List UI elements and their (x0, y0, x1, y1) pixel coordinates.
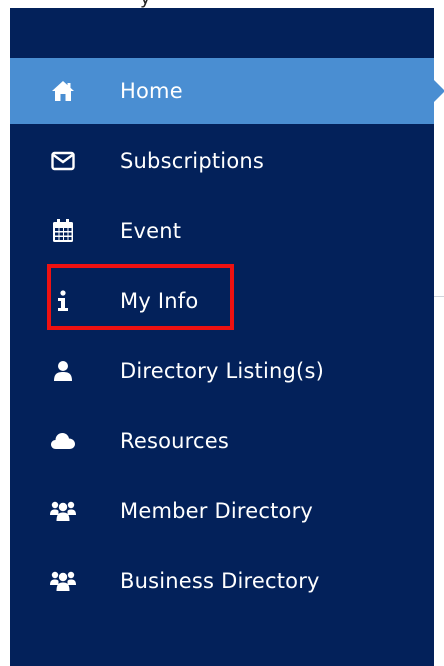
top-strip: y (0, 0, 444, 9)
sidebar-item-member-directory[interactable]: Member Directory (10, 478, 434, 544)
content-divider (434, 296, 444, 297)
user-icon (50, 358, 76, 384)
sidebar-item-label: Business Directory (120, 569, 320, 593)
envelope-icon (50, 148, 76, 174)
active-indicator (434, 80, 444, 102)
home-icon (50, 78, 76, 104)
sidebar-item-label: Member Directory (120, 499, 314, 523)
sidebar-item-label: Home (120, 79, 183, 103)
sidebar-item-resources[interactable]: Resources (10, 408, 434, 474)
calendar-icon (50, 218, 76, 244)
sidebar-item-event[interactable]: Event (10, 198, 434, 264)
sidebar-item-home[interactable]: Home (10, 58, 444, 124)
sidebar-item-label: Directory Listing(s) (120, 359, 324, 383)
sidebar-item-subscriptions[interactable]: Subscriptions (10, 128, 434, 194)
cloud-icon (50, 428, 76, 454)
sidebar-item-business-directory[interactable]: Business Directory (10, 548, 434, 614)
sidebar-item-label: Subscriptions (120, 149, 265, 173)
sidebar-item-my-info[interactable]: My Info (10, 268, 434, 334)
users-icon (50, 568, 76, 594)
sidebar-item-label: My Info (120, 289, 199, 313)
sidebar-item-label: Resources (120, 429, 230, 453)
sidebar-item-label: Event (120, 219, 182, 243)
users-icon (50, 498, 76, 524)
info-icon (50, 288, 76, 314)
sidebar-item-directory-listings[interactable]: Directory Listing(s) (10, 338, 434, 404)
sidebar-nav: Home Subscriptions Event My Info Directo… (10, 8, 444, 666)
